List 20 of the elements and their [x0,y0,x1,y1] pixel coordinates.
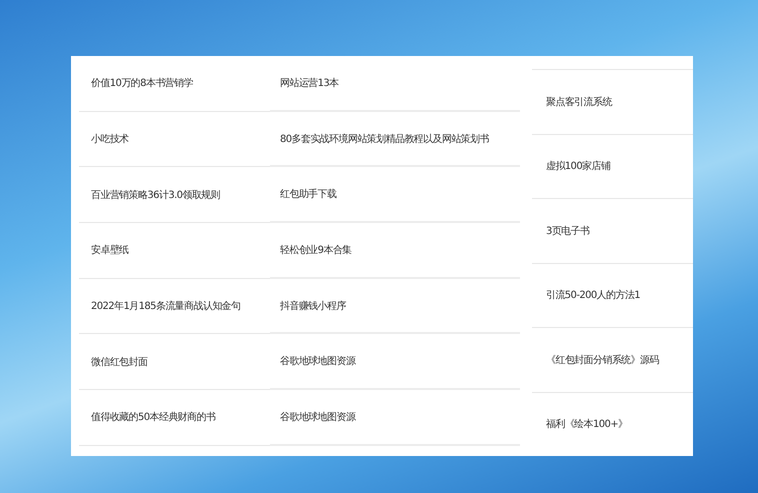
list-link[interactable]: 聚点客引流系统 [532,70,693,134]
list-link[interactable]: 谷歌地球地图资源 [270,390,520,446]
list-link[interactable]: 轻松创业9本合集 [270,223,520,279]
list-link[interactable]: 百业营销策略36计3.0领取规则 [79,167,270,224]
list-link[interactable]: 小吃技术 [79,112,270,168]
list-link[interactable]: 网站运营13本 [270,56,520,112]
list-link[interactable]: 谷歌地球地图资源 [270,334,520,390]
list-link[interactable]: 虚拟100家店铺 [532,134,693,199]
list-link[interactable]: 引流50-200人的方法1 [532,264,693,328]
list-link[interactable]: 《红包封面分销系统》源码 [532,328,693,392]
list-link[interactable]: 红包助手下载 [270,167,520,224]
list-link[interactable]: 2022年1月185条流量商战认知金句 [79,278,270,334]
list-link[interactable]: 安卓壁纸 [79,223,270,279]
list-link[interactable]: 抖音赚钱小程序 [270,278,520,334]
list-link[interactable]: 3页电子书 [532,199,693,264]
list-link[interactable]: 福利《绘本100+》 [532,392,693,456]
list-link[interactable]: 价值10万的8本书营销学 [79,56,270,112]
list-link[interactable]: 微信红包封面 [79,334,270,390]
list-link[interactable]: 80多套实战环境网站策划精品教程以及网站策划书 [270,112,520,168]
list-link[interactable]: 值得收藏的50本经典财商的书 [79,390,270,446]
